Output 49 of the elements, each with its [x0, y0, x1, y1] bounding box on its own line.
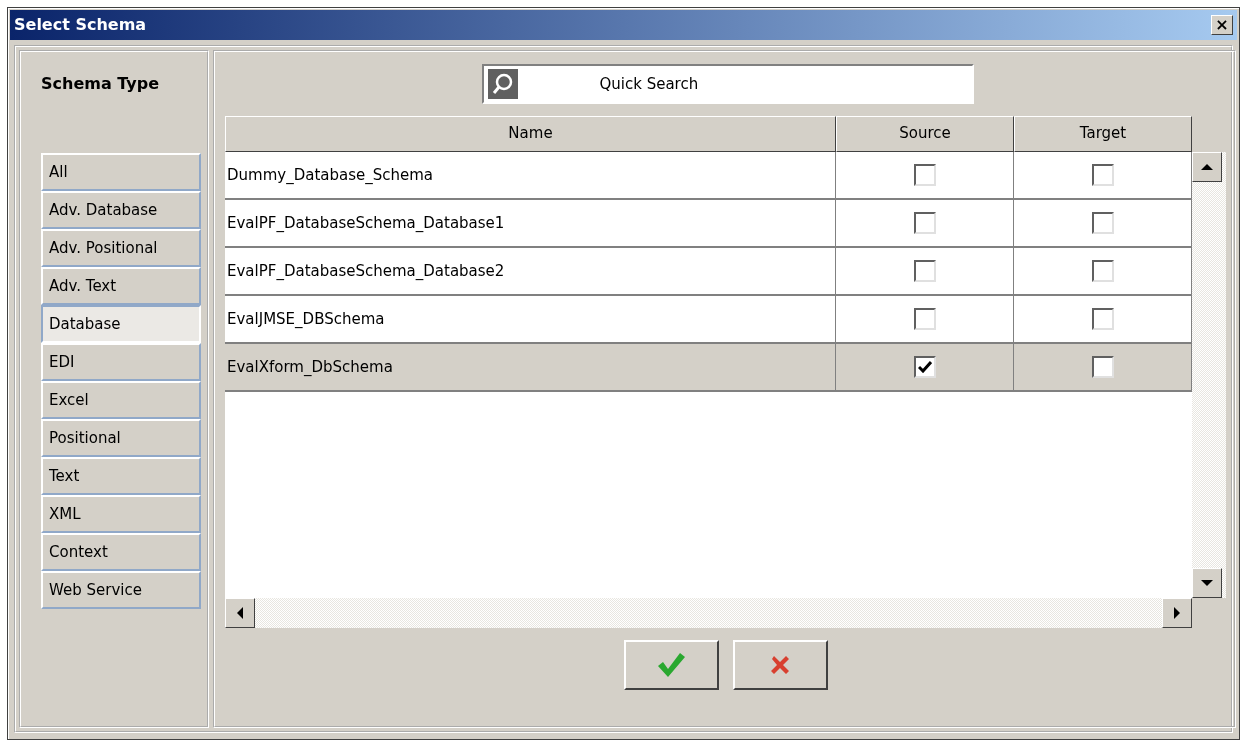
down-arrow-icon	[1201, 579, 1213, 587]
sidebar-tab[interactable]: Database	[41, 305, 201, 343]
sidebar-tab[interactable]: Excel	[41, 381, 201, 419]
scroll-down-button[interactable]	[1192, 568, 1222, 598]
scroll-left-button[interactable]	[225, 598, 255, 628]
checkbox[interactable]	[1091, 356, 1114, 378]
table-cell: EvalPF_DatabaseSchema_Database1	[225, 200, 836, 248]
checkmark-icon	[656, 651, 686, 679]
checkbox[interactable]	[1091, 308, 1114, 330]
checkbox[interactable]	[913, 308, 936, 330]
sidebar-tab[interactable]: XML	[41, 495, 201, 533]
search-field[interactable]: Quick Search	[481, 64, 974, 104]
sidebar-tab[interactable]: All	[41, 153, 201, 191]
search-icon	[487, 69, 518, 99]
sidebar-tab[interactable]: Text	[41, 457, 201, 495]
scroll-up-button[interactable]	[1192, 152, 1222, 182]
vertical-scrollbar[interactable]	[1192, 152, 1226, 598]
sidebar-tab[interactable]: Adv. Text	[41, 267, 201, 305]
checkbox[interactable]	[1091, 164, 1114, 186]
sidebar-tab[interactable]: Adv. Database	[41, 191, 201, 229]
sidebar-tab[interactable]: EDI	[41, 343, 201, 381]
checkbox[interactable]	[913, 356, 936, 378]
column-header[interactable]: Source	[836, 116, 1014, 152]
right-arrow-icon	[1173, 607, 1181, 619]
sidebar-tab[interactable]: Context	[41, 533, 201, 571]
horizontal-scrollbar[interactable]	[225, 598, 1192, 628]
ok-button[interactable]	[623, 640, 719, 690]
checkbox[interactable]	[913, 164, 936, 186]
sidebar-tab[interactable]: Adv. Positional	[41, 229, 201, 267]
checkbox[interactable]	[1091, 260, 1114, 282]
table-cell: Dummy_Database_Schema	[225, 152, 836, 200]
table-cell: EvalXform_DbSchema	[225, 344, 836, 392]
column-header[interactable]: Name	[225, 116, 836, 152]
close-button[interactable]: ×	[1211, 15, 1233, 35]
check-icon	[917, 361, 932, 373]
panel-title: Schema Type	[41, 73, 161, 95]
window-title: Select Schema	[14, 14, 147, 36]
sidebar-tab[interactable]: Positional	[41, 419, 201, 457]
checkbox[interactable]	[1091, 212, 1114, 234]
sidebar-tab[interactable]: Web Service	[41, 571, 201, 609]
table-cell: EvalPF_DatabaseSchema_Database2	[225, 248, 836, 296]
table-cell: EvalJMSE_DBSchema	[225, 296, 836, 344]
checkbox[interactable]	[913, 260, 936, 282]
scroll-right-button[interactable]	[1162, 598, 1192, 628]
left-arrow-icon	[236, 607, 244, 619]
up-arrow-icon	[1201, 163, 1213, 171]
column-header[interactable]: Target	[1014, 116, 1192, 152]
checkbox[interactable]	[913, 212, 936, 234]
cancel-button[interactable]	[732, 640, 828, 690]
